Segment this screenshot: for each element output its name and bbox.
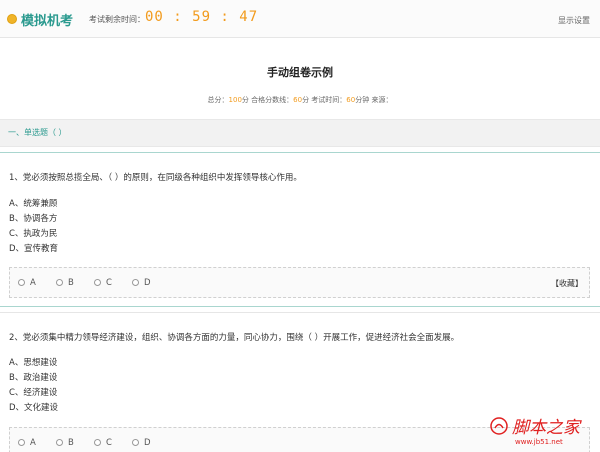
option-d: D、文化建设 xyxy=(9,403,59,413)
radio-icon xyxy=(94,439,101,446)
pass-score: 60 xyxy=(293,96,303,104)
paper-title: 手动组卷示例 xyxy=(267,66,333,79)
timer-label: 考试剩余时间： xyxy=(89,15,145,24)
radio-icon xyxy=(132,279,139,286)
option-a: A、统筹兼顾 xyxy=(9,199,58,209)
choice-d-radio[interactable]: D xyxy=(132,278,151,288)
radio-icon xyxy=(56,279,63,286)
option-b: B、协调各方 xyxy=(9,214,58,224)
watermark-text: 脚本之家 xyxy=(512,418,580,438)
option-b: B、政治建设 xyxy=(9,373,58,383)
choice-c-radio[interactable]: C xyxy=(94,438,112,448)
choice-d-radio[interactable]: D xyxy=(132,438,151,448)
app-title: 模拟机考 xyxy=(21,14,74,29)
radio-icon xyxy=(94,279,101,286)
question-divider xyxy=(0,312,600,313)
question-stem: 2、党必须集中精力领导经济建设，组织、协调各方面的力量，同心协力，围绕（ ）开展… xyxy=(9,333,460,343)
section-title: 一、单选题（ ） xyxy=(8,128,67,137)
choice-a-radio[interactable]: A xyxy=(18,278,36,288)
answer-area: A B C D 【收藏】 xyxy=(9,267,590,298)
option-a: A、思想建设 xyxy=(9,358,58,368)
question-stem: 1、党必须按照总揽全局、（ ）的原则，在同级各种组织中发挥领导核心作用。 xyxy=(9,173,302,183)
radio-icon xyxy=(56,439,63,446)
choice-a-radio[interactable]: A xyxy=(18,438,36,448)
display-settings-link[interactable]: 显示设置 xyxy=(558,15,590,26)
radio-icon xyxy=(18,439,25,446)
exam-info: 总分：100分 合格分数线：60分 考试时间：60分钟 来源： xyxy=(0,95,600,105)
total-label: 总分： xyxy=(207,96,229,104)
option-c: C、执政为民 xyxy=(9,229,58,239)
exam-time: 60 xyxy=(346,96,356,104)
pass-unit: 分 考试时间： xyxy=(302,96,347,104)
watermark: 脚本之家 www.jb51.net xyxy=(488,411,600,452)
radio-icon xyxy=(18,279,25,286)
option-d: D、宣传教育 xyxy=(9,244,59,254)
radio-icon xyxy=(132,439,139,446)
watermark-url: www.jb51.net xyxy=(515,438,563,446)
choice-c-radio[interactable]: C xyxy=(94,278,112,288)
choice-b-radio[interactable]: B xyxy=(56,278,74,288)
collect-button[interactable]: 【收藏】 xyxy=(551,278,583,289)
option-c: C、经济建设 xyxy=(9,388,58,398)
section-header xyxy=(0,119,600,147)
question-divider xyxy=(0,306,600,307)
section-divider xyxy=(0,152,600,153)
site-logo-icon xyxy=(490,417,508,435)
time-unit: 分钟 来源： xyxy=(355,96,393,104)
app-logo-icon xyxy=(7,14,17,24)
total-score: 100 xyxy=(228,96,242,104)
choice-b-radio[interactable]: B xyxy=(56,438,74,448)
total-unit: 分 合格分数线： xyxy=(241,96,294,104)
countdown-timer: 00 : 59 : 47 xyxy=(145,9,259,25)
